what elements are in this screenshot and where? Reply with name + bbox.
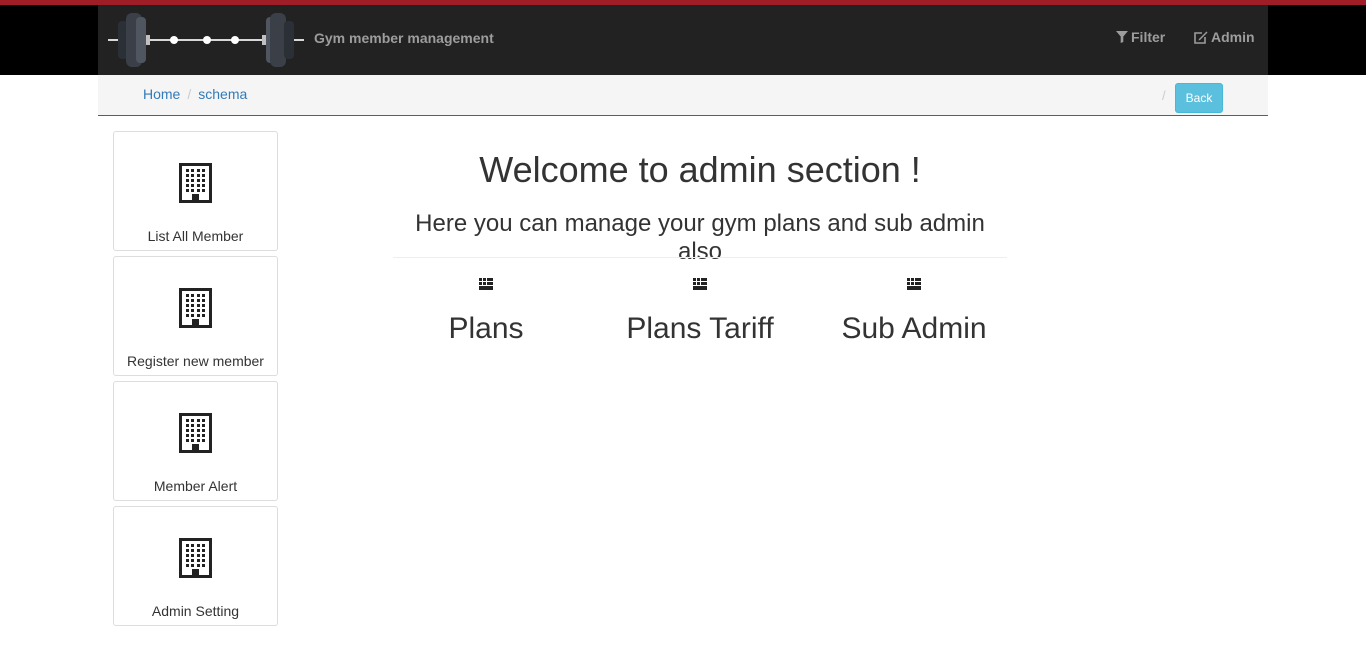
breadcrumb: Home / schema [143,86,247,102]
building-icon [179,163,212,203]
nav-admin-label: Admin [1211,29,1255,45]
sidebar-item-admin-setting[interactable]: Admin Setting [113,506,278,626]
building-icon [179,288,212,328]
building-icon [179,538,212,578]
plans-tariff-label: Plans Tariff [626,312,774,345]
barbell-logo[interactable] [108,11,304,69]
breadcrumb-schema[interactable]: schema [198,86,247,102]
sidebar-item-label: Member Alert [153,478,238,494]
page-title: Welcome to admin section ! [479,149,921,190]
plans-label: Plans [448,312,524,345]
nav-filter-label: Filter [1131,29,1166,45]
sidebar-item-label: Admin Setting [151,603,240,619]
edit-icon [1194,31,1208,44]
navbar: Gym member management Filter Admin [98,5,1268,75]
sub-admin-label: Sub Admin [841,312,987,345]
breadcrumb-bar: Home / schema / Back [98,75,1268,116]
sidebar-item-register-new-member[interactable]: Register new member [113,256,278,376]
breadcrumb-home[interactable]: Home [143,86,180,102]
sidebar-item-list-all-member[interactable]: List All Member [113,131,278,251]
grid-icon [479,278,493,290]
grid-icon [693,278,707,290]
sidebar-item-member-alert[interactable]: Member Alert [113,381,278,501]
brand-name[interactable]: Gym member management [314,30,494,46]
breadcrumb-separator: / [1162,88,1166,103]
sub-admin-tile[interactable]: Sub Admin [807,278,1021,346]
sidebar: List All Member Register new member Memb… [113,131,278,631]
nav-filter-link[interactable]: Filter [1116,29,1165,45]
plans-tile[interactable]: Plans [379,278,593,346]
nav-admin-link[interactable]: Admin [1194,29,1255,45]
breadcrumb-separator: / [187,86,192,102]
divider [393,257,1007,258]
filter-icon [1116,31,1128,43]
sidebar-item-label: Register new member [127,353,264,369]
sidebar-item-label: List All Member [147,228,244,244]
back-button[interactable]: Back [1175,83,1223,113]
grid-icon [907,278,921,290]
plans-tariff-tile[interactable]: Plans Tariff [593,278,807,346]
building-icon [179,413,212,453]
